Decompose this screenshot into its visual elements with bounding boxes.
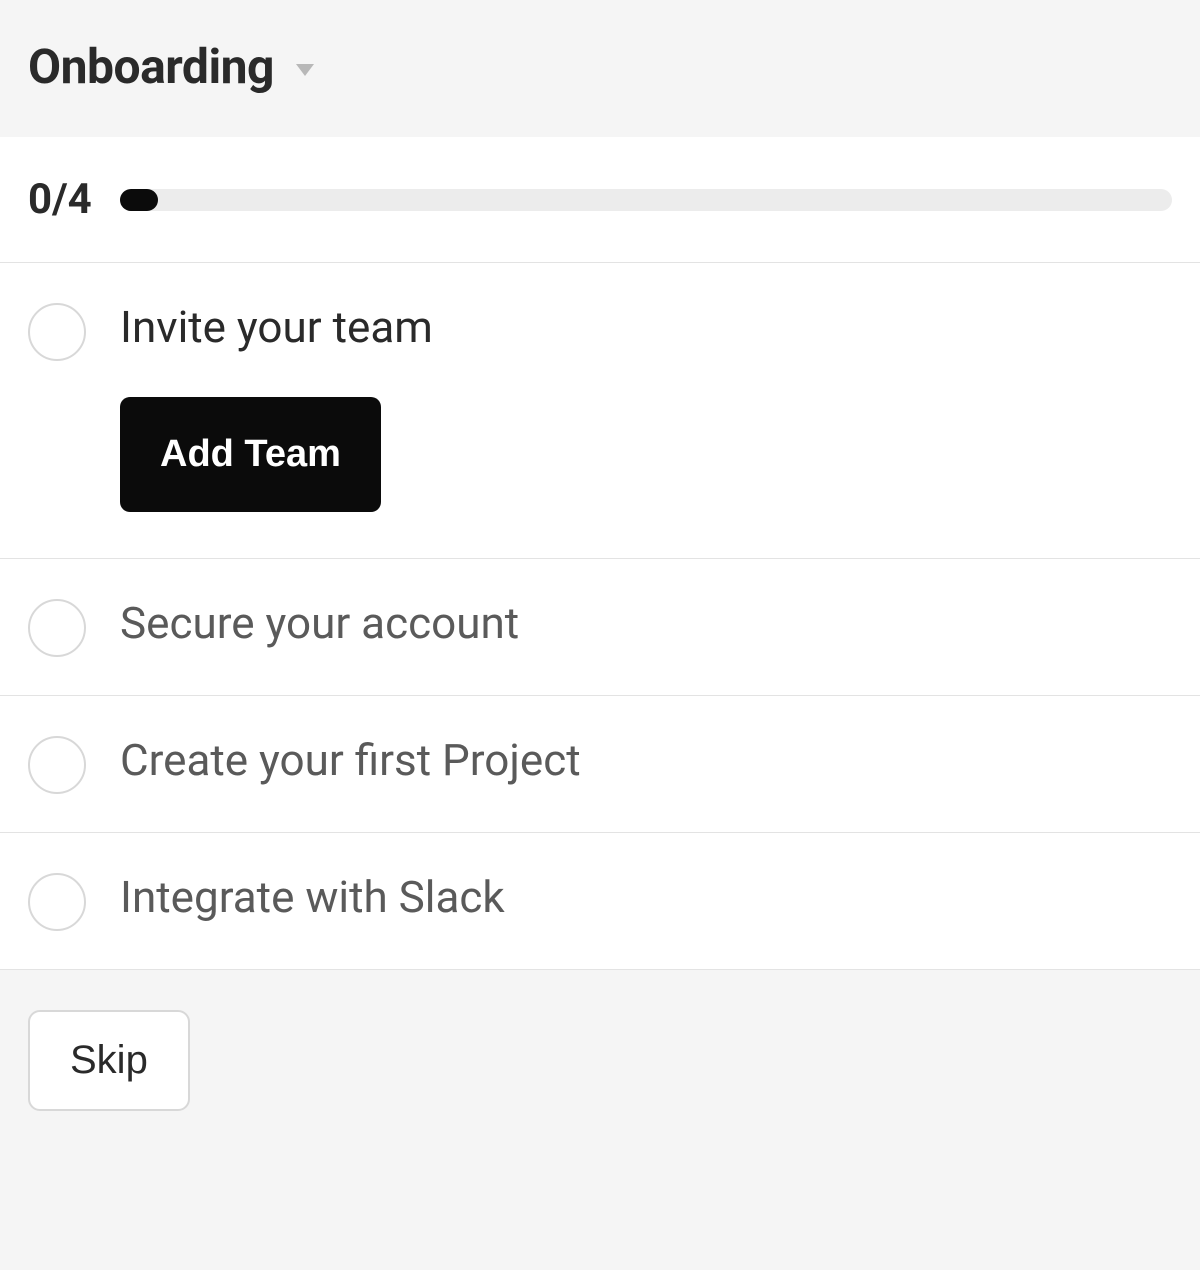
task-title: Secure your account (120, 597, 519, 649)
task-integrate-slack[interactable]: Integrate with Slack (0, 833, 1200, 970)
task-title: Invite your team (120, 301, 433, 353)
add-team-button[interactable]: Add Team (120, 397, 381, 512)
task-content: Secure your account (120, 597, 519, 649)
skip-button[interactable]: Skip (28, 1010, 190, 1111)
task-invite-team[interactable]: Invite your team Add Team (0, 263, 1200, 559)
task-content: Invite your team Add Team (120, 301, 433, 512)
task-secure-account[interactable]: Secure your account (0, 559, 1200, 696)
task-checkbox[interactable] (28, 599, 86, 657)
task-content: Integrate with Slack (120, 871, 505, 923)
progress-section: 0/4 (0, 137, 1200, 263)
onboarding-header: Onboarding (0, 0, 1200, 137)
task-title: Create your first Project (120, 734, 581, 786)
progress-bar (120, 189, 1172, 211)
footer: Skip (0, 970, 1200, 1151)
page-title: Onboarding (28, 38, 274, 95)
progress-count: 0/4 (28, 175, 92, 224)
task-title: Integrate with Slack (120, 871, 505, 923)
task-content: Create your first Project (120, 734, 581, 786)
chevron-down-icon[interactable] (296, 64, 314, 76)
progress-thumb (120, 189, 158, 211)
task-checkbox[interactable] (28, 303, 86, 361)
task-checkbox[interactable] (28, 873, 86, 931)
task-checkbox[interactable] (28, 736, 86, 794)
task-create-project[interactable]: Create your first Project (0, 696, 1200, 833)
